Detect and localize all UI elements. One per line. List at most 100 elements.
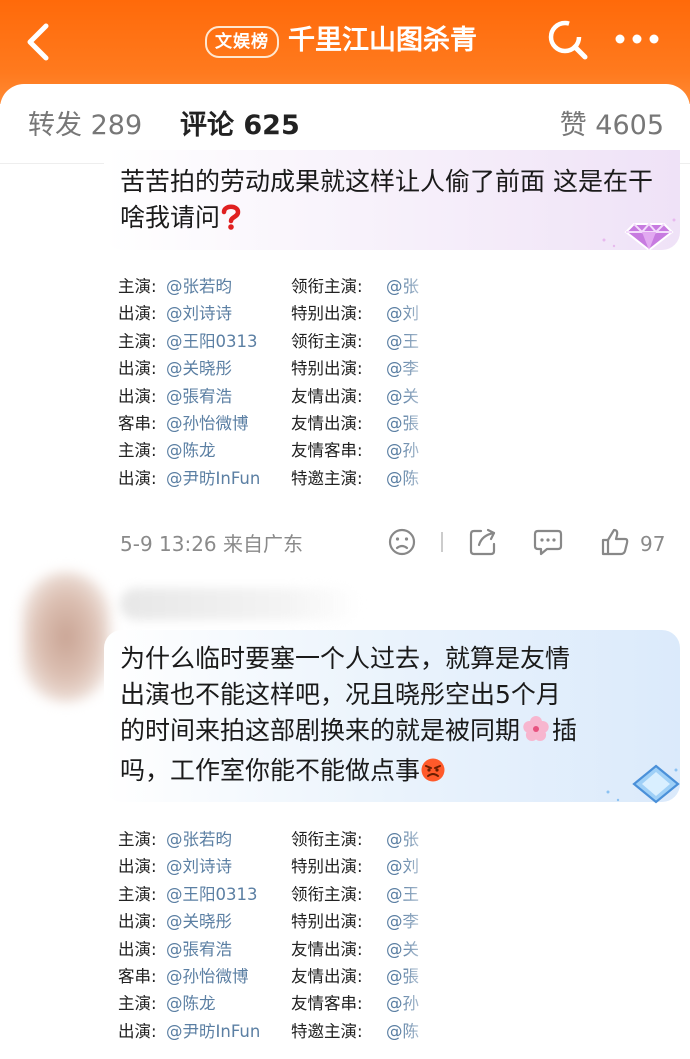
cast-row: 主演:@王阳0313领衔主演:@王	[118, 881, 438, 908]
cast-role: 友情出演:	[291, 966, 363, 986]
separator	[441, 532, 443, 552]
comment-text[interactable]: 苦苦拍的劳动成果就这样让人偷了前面 这是在干啥我请问	[120, 164, 660, 240]
cast-role: 特别出演:	[291, 857, 363, 877]
cast-name: @陈龙	[166, 994, 216, 1014]
cast-row: 出演:@刘诗诗特别出演:@刘	[118, 300, 438, 327]
share-button[interactable]	[468, 527, 498, 557]
cast-role: 主演:	[118, 994, 157, 1014]
cast-row: 客串:@孙怡微博友情出演:@張	[118, 410, 438, 437]
cast-role: 主演:	[118, 884, 157, 904]
more-icon	[615, 34, 659, 44]
cast-row: 出演:@关晓彤特别出演:@李	[118, 908, 438, 935]
cast-name: @張宥浩	[166, 939, 232, 959]
trending-tag[interactable]: 文娱榜	[205, 26, 279, 58]
cast-role: 出演:	[118, 1021, 157, 1041]
cast-role: 特别出演:	[291, 304, 363, 324]
comment-text[interactable]: 为什么临时要塞一个人过去，就算是友情 出演也不能这样吧，况且晓彤空出5个月 的时…	[120, 641, 660, 793]
page-title: 千里江山图杀青	[288, 25, 477, 56]
tab-like[interactable]: 赞 4605	[560, 108, 664, 144]
cast-role: 特邀主演:	[291, 468, 363, 488]
cast-role: 出演:	[118, 468, 157, 488]
dislike-icon	[388, 528, 416, 556]
comment-button[interactable]	[533, 527, 563, 557]
comment-line: 出演也不能这样吧，况且晓彤空出5个月	[120, 680, 561, 709]
cast-row: 出演:@張宥浩友情出演:@关	[118, 936, 438, 963]
cast-list-image[interactable]: 主演:@张若昀领衔主演:@张出演:@刘诗诗特别出演:@刘主演:@王阳0313领衔…	[118, 273, 438, 492]
cast-name: @張宥浩	[166, 386, 232, 406]
image-fade	[400, 273, 440, 498]
avatar[interactable]	[22, 572, 110, 702]
cast-role: 出演:	[118, 939, 157, 959]
cast-name: @关晓彤	[166, 912, 232, 932]
cast-role: 主演:	[118, 331, 157, 351]
dislike-button[interactable]	[387, 527, 417, 557]
tab-comment[interactable]: 评论 625	[180, 108, 300, 144]
username-blurred[interactable]	[120, 588, 360, 620]
red-question-mark-icon	[220, 204, 242, 240]
comment-body: 苦苦拍的劳动成果就这样让人偷了前面 这是在干啥我请问	[120, 167, 653, 232]
cast-role: 领衔主演:	[291, 277, 363, 296]
cast-role: 出演:	[118, 386, 157, 406]
comment-icon	[533, 529, 563, 556]
cast-role: 友情客串:	[291, 441, 363, 461]
cast-role: 出演:	[118, 304, 157, 324]
cast-name: @孙怡微博	[166, 413, 249, 433]
cast-role: 领衔主演:	[291, 830, 363, 849]
cast-role: 出演:	[118, 912, 157, 932]
image-fade	[400, 826, 440, 1051]
cast-role: 出演:	[118, 359, 157, 379]
cast-role: 领衔主演:	[291, 884, 363, 904]
cast-role: 特别出演:	[291, 912, 363, 932]
cast-name: @孙怡微博	[166, 966, 249, 986]
cast-role: 友情出演:	[291, 939, 363, 959]
search-button[interactable]	[546, 18, 590, 62]
cast-role: 友情出演:	[291, 386, 363, 406]
cast-name: @刘诗诗	[166, 304, 232, 324]
cast-role: 客串:	[118, 966, 157, 986]
cast-name: @王阳0313	[166, 884, 258, 904]
blue-diamond-badge-icon	[600, 762, 682, 810]
like-button[interactable]	[600, 527, 630, 557]
cast-row: 客串:@孙怡微博友情出演:@張	[118, 963, 438, 990]
cast-role: 友情客串:	[291, 994, 363, 1014]
cast-name: @张若昀	[166, 830, 232, 849]
search-icon	[548, 20, 588, 60]
cast-name: @陈龙	[166, 441, 216, 461]
cherry-blossom-icon	[520, 715, 552, 753]
cast-list-image[interactable]: 主演:@张若昀领衔主演:@张出演:@刘诗诗特别出演:@刘主演:@王阳0313领衔…	[118, 826, 438, 1045]
cast-role: 主演:	[118, 441, 157, 461]
comment-time-location: 5-9 13:26 来自广东	[120, 532, 304, 556]
purple-diamond-badge-icon	[598, 210, 680, 258]
cast-row: 主演:@张若昀领衔主演:@张	[118, 826, 438, 853]
cast-name: @尹昉InFun	[166, 468, 261, 488]
tab-repost[interactable]: 转发 289	[28, 108, 142, 144]
cast-row: 主演:@张若昀领衔主演:@张	[118, 273, 438, 300]
cast-role: 特邀主演:	[291, 1021, 363, 1041]
cast-role: 出演:	[118, 857, 157, 877]
more-button[interactable]	[612, 24, 662, 54]
cast-name: @关晓彤	[166, 359, 232, 379]
cast-row: 出演:@尹昉InFun特邀主演:@陈	[118, 465, 438, 492]
cast-row: 主演:@陈龙友情客串:@孙	[118, 990, 438, 1017]
cast-name: @尹昉InFun	[166, 1021, 261, 1041]
back-button[interactable]	[22, 22, 58, 62]
like-count: 97	[640, 532, 666, 556]
cast-role: 主演:	[118, 830, 157, 849]
cast-row: 主演:@王阳0313领衔主演:@王	[118, 328, 438, 355]
cast-name: @刘诗诗	[166, 857, 232, 877]
angry-face-icon	[420, 757, 446, 793]
cast-row: 出演:@刘诗诗特别出演:@刘	[118, 853, 438, 880]
share-icon	[469, 528, 496, 556]
comment-line-with-emoji: 的时间来拍这部剧换来的就是被同期插	[120, 713, 660, 753]
thumbs-up-icon	[601, 528, 629, 556]
cast-role: 主演:	[118, 277, 157, 296]
cast-role: 客串:	[118, 413, 157, 433]
cast-role: 领衔主演:	[291, 331, 363, 351]
cast-row: 主演:@陈龙友情客串:@孙	[118, 437, 438, 464]
cast-role: 特别出演:	[291, 359, 363, 379]
cast-name: @王阳0313	[166, 331, 258, 351]
chevron-left-icon	[27, 23, 49, 61]
cast-row: 出演:@尹昉InFun特邀主演:@陈	[118, 1018, 438, 1045]
cast-role: 友情出演:	[291, 413, 363, 433]
cast-row: 出演:@張宥浩友情出演:@关	[118, 383, 438, 410]
